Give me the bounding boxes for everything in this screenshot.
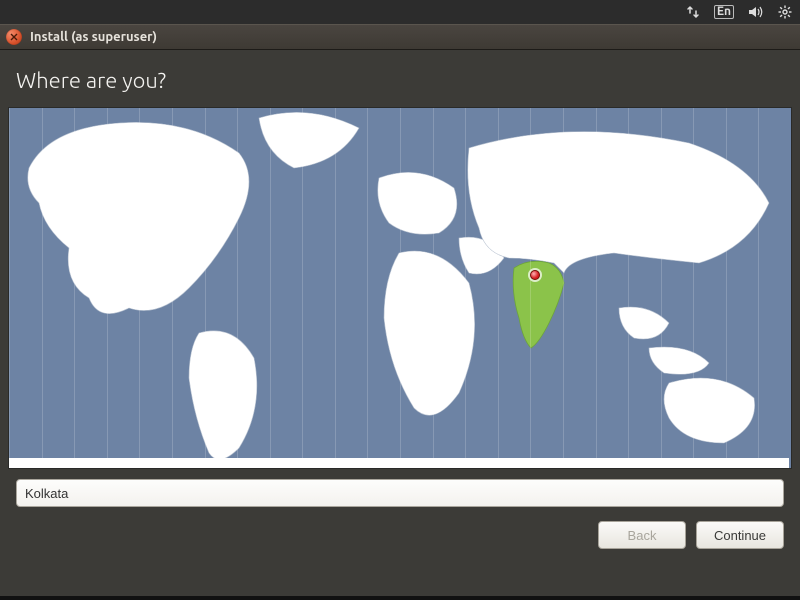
timezone-input-row	[0, 469, 800, 507]
back-button[interactable]: Back	[598, 521, 686, 549]
keyboard-lang-indicator[interactable]: En	[714, 5, 734, 19]
continue-button[interactable]: Continue	[696, 521, 784, 549]
network-icon[interactable]	[686, 5, 700, 19]
gear-icon[interactable]	[778, 5, 792, 19]
timezone-input[interactable]	[16, 479, 784, 507]
top-menubar: En	[0, 0, 800, 24]
world-map-svg	[9, 108, 789, 469]
nav-button-row: Back Continue	[0, 507, 800, 549]
close-icon[interactable]	[6, 29, 22, 45]
window-title: Install (as superuser)	[30, 30, 157, 44]
window-titlebar[interactable]: Install (as superuser)	[0, 24, 800, 50]
page-title: Where are you?	[0, 50, 800, 107]
location-pin	[530, 270, 540, 280]
bottom-edge	[0, 596, 800, 600]
installer-step-panel: Where are you?	[0, 50, 800, 600]
volume-icon[interactable]	[748, 5, 764, 19]
timezone-map[interactable]	[8, 107, 792, 469]
